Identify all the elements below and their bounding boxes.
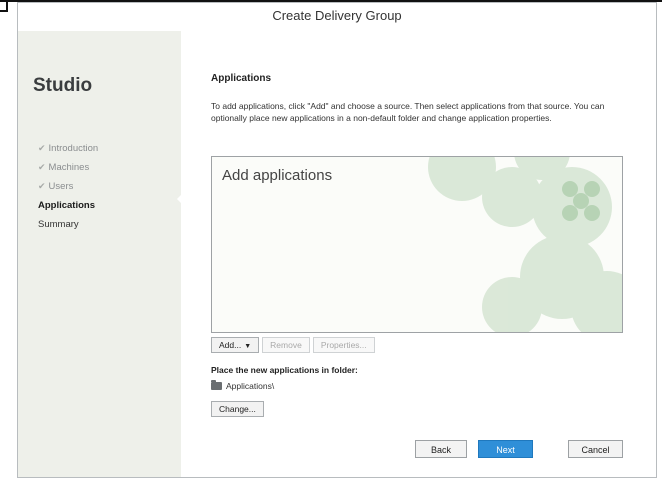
step-content: Applications To add applications, click …: [181, 31, 656, 477]
instructions-text: To add applications, click "Add" and cho…: [211, 101, 605, 123]
step-introduction[interactable]: ✔ Introduction: [38, 139, 98, 158]
checkmark-icon: ✔: [38, 143, 46, 153]
step-label: Machines: [48, 162, 90, 173]
corner-mark: [0, 0, 8, 12]
change-folder: Change...: [211, 401, 267, 419]
properties-button[interactable]: Properties...: [312, 337, 375, 353]
studio-brand: Studio: [33, 75, 93, 96]
step-users[interactable]: ✔ Users: [38, 177, 98, 196]
folder-icon: [211, 380, 222, 390]
step-applications[interactable]: Applications: [38, 196, 98, 215]
step-label: Introduction: [48, 143, 99, 154]
dialog-window: Create Delivery Group Studio ✔ Introducti…: [17, 2, 657, 478]
folder-path-text: Applications\: [226, 381, 275, 391]
cancel-button[interactable]: Cancel: [568, 440, 623, 458]
wizard-sidebar: Studio ✔ Introduction ✔ Machines ✔ Users Ap…: [18, 31, 184, 477]
add-button[interactable]: Add... ▼: [211, 337, 260, 353]
page-title: Applications: [211, 73, 272, 84]
add-label: Add...: [219, 340, 242, 350]
folder-label: Place the new applications in folder:: [211, 365, 358, 375]
window-title: Create Delivery Group: [18, 3, 656, 31]
dropdown-caret-icon: ▼: [244, 343, 252, 350]
step-list: ✔ Introduction ✔ Machines ✔ Users Applicati…: [38, 139, 98, 234]
checkmark-icon: ✔: [38, 162, 46, 172]
checkmark-icon: ✔: [38, 181, 46, 191]
step-label: Users: [48, 181, 74, 192]
folder-path: Applications\: [211, 380, 275, 391]
next-button[interactable]: Next: [478, 440, 533, 458]
change-button[interactable]: Change...: [211, 401, 264, 417]
step-summary: Summary: [38, 215, 98, 234]
step-label: Applications: [38, 200, 96, 211]
step-label: Summary: [38, 219, 79, 230]
application-actions: Add... ▼ Remove Properties...: [211, 337, 378, 355]
wizard-body: Studio ✔ Introduction ✔ Machines ✔ Users Ap…: [18, 31, 656, 477]
back-button[interactable]: Back: [415, 440, 467, 458]
empty-list-placeholder: Add applications: [222, 167, 333, 184]
remove-button[interactable]: Remove: [262, 337, 310, 353]
step-machines[interactable]: ✔ Machines: [38, 158, 98, 177]
applications-list[interactable]: Add applications: [211, 156, 623, 333]
